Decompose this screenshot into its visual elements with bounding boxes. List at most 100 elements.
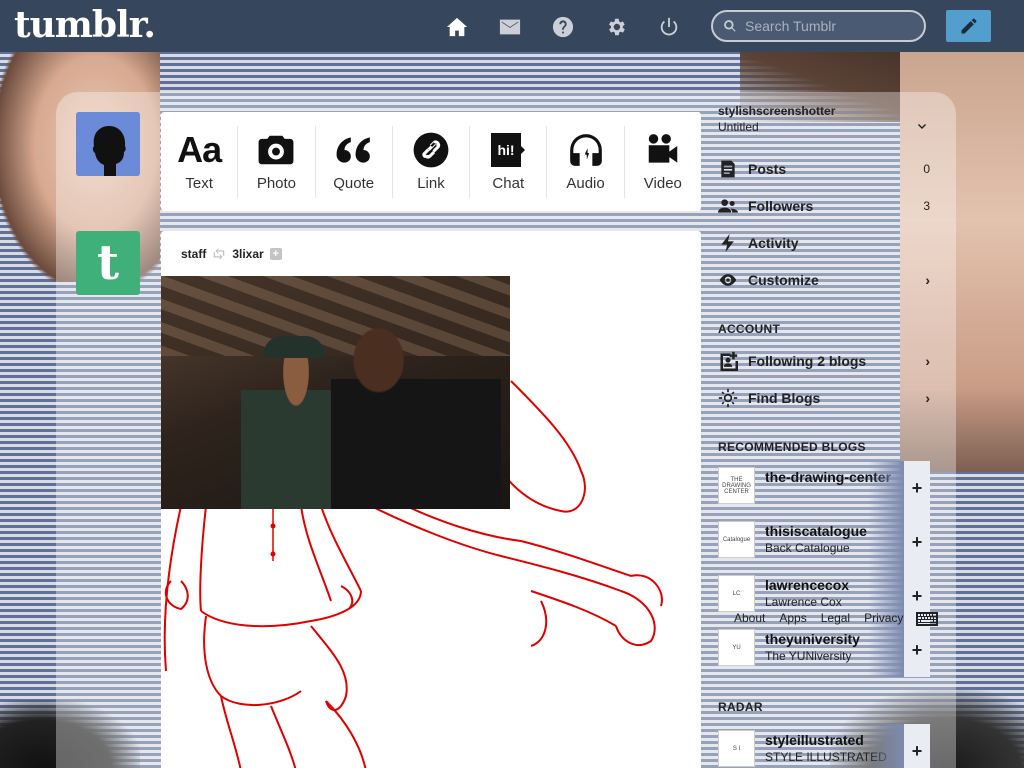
posts-count: 0 bbox=[923, 162, 930, 176]
post-quote-button[interactable]: Quote bbox=[316, 125, 393, 198]
follow-plus-button[interactable]: + bbox=[904, 461, 930, 515]
blog-thumbnail: Catalogue bbox=[718, 521, 755, 558]
blog-thumbnail: YU bbox=[718, 629, 755, 666]
photo-person-right bbox=[331, 326, 501, 509]
recommended-blog-title: The YUNiversity bbox=[765, 649, 852, 663]
right-sidebar: stylishscreenshotter Untitled Posts 0 Fo… bbox=[718, 104, 938, 768]
recommended-blog[interactable]: YU theyuniversity The YUNiversity + bbox=[718, 623, 930, 677]
recommended-blog-title: Back Catalogue bbox=[765, 541, 850, 555]
follow-plus-button[interactable]: + bbox=[904, 724, 930, 768]
account-heading: ACCOUNT bbox=[718, 322, 781, 336]
radar-blog[interactable]: S I styleillustrated STYLE ILLUSTRATED + bbox=[718, 724, 930, 768]
post-type-bar: Aa Text Photo Quote Link hi! Chat Audio … bbox=[161, 112, 701, 211]
followers-count: 3 bbox=[923, 199, 930, 213]
post-text-button[interactable]: Aa Text bbox=[161, 125, 239, 198]
top-navigation-bar: tumblr. bbox=[0, 0, 1024, 52]
chevron-down-icon[interactable] bbox=[916, 120, 926, 130]
help-icon[interactable] bbox=[546, 10, 579, 43]
footer-link-privacy[interactable]: Privacy bbox=[864, 611, 903, 625]
svg-text:hi!: hi! bbox=[498, 142, 515, 158]
post-type-label: Text bbox=[185, 175, 213, 192]
blog-thumbnail: S I bbox=[718, 730, 755, 767]
recommended-blog[interactable]: Catalogue thisiscatalogue Back Catalogue… bbox=[718, 515, 930, 569]
text-icon: Aa bbox=[177, 129, 222, 170]
mail-icon[interactable] bbox=[493, 10, 526, 43]
post-audio-button[interactable]: Audio bbox=[547, 125, 625, 198]
sidebar-item-label: Activity bbox=[748, 235, 799, 251]
recommended-blog[interactable]: THE DRAWING CENTER the-drawing-center + bbox=[718, 461, 930, 515]
blog-thumbnail: THE DRAWING CENTER bbox=[718, 467, 755, 504]
blog-switcher[interactable]: stylishscreenshotter Untitled bbox=[718, 104, 938, 134]
post-type-label: Chat bbox=[492, 175, 525, 192]
sidebar-item-posts[interactable]: Posts 0 bbox=[718, 154, 930, 184]
footer-link-legal[interactable]: Legal bbox=[821, 611, 850, 625]
posts-icon bbox=[721, 160, 735, 178]
footer-link-apps[interactable]: Apps bbox=[779, 611, 806, 625]
footer-links: About Apps Legal Privacy bbox=[734, 611, 912, 625]
post-type-label: Photo bbox=[256, 175, 297, 192]
follow-plus-button[interactable]: + bbox=[904, 623, 930, 677]
gear-icon[interactable] bbox=[599, 10, 632, 43]
follow-plus-icon[interactable]: + bbox=[269, 248, 282, 260]
video-camera-icon bbox=[648, 134, 678, 163]
post-type-label: Audio bbox=[566, 175, 605, 192]
compose-button[interactable] bbox=[946, 10, 991, 42]
post-header: staff 3lixar + bbox=[181, 247, 282, 261]
post-link-button[interactable]: Link bbox=[393, 125, 471, 198]
chevron-right-icon: › bbox=[925, 353, 930, 369]
staff-avatar[interactable]: t bbox=[76, 231, 140, 295]
blog-name: stylishscreenshotter bbox=[718, 104, 836, 118]
chat-icon: hi! bbox=[491, 133, 526, 167]
post-chat-button[interactable]: hi! Chat bbox=[470, 125, 548, 198]
sidebar-item-following[interactable]: Following 2 blogs › bbox=[718, 346, 930, 376]
sidebar-item-find-blogs[interactable]: Find Blogs › bbox=[718, 383, 930, 413]
sidebar-item-label: Find Blogs bbox=[748, 390, 821, 406]
footer-link-about[interactable]: About bbox=[734, 611, 765, 625]
fade-overlay bbox=[868, 515, 904, 569]
quote-icon bbox=[336, 137, 370, 163]
reblog-icon bbox=[214, 248, 225, 260]
post-author-link[interactable]: staff bbox=[181, 247, 206, 261]
headphones-icon bbox=[569, 134, 602, 166]
chevron-right-icon: › bbox=[925, 272, 930, 288]
home-icon[interactable] bbox=[440, 10, 473, 43]
tumblr-logo[interactable]: tumblr. bbox=[14, 4, 156, 46]
dashboard-post: staff 3lixar + bbox=[161, 231, 701, 768]
fade-overlay bbox=[868, 623, 904, 677]
post-type-label: Link bbox=[417, 175, 445, 192]
sidebar-item-customize[interactable]: Customize › bbox=[718, 265, 930, 295]
post-type-label: Video bbox=[643, 175, 682, 192]
sidebar-item-label: Followers bbox=[748, 198, 814, 214]
keyboard-icon[interactable] bbox=[916, 612, 938, 626]
recommended-blog-name: thisiscatalogue bbox=[765, 523, 867, 539]
tumblr-t-icon: t bbox=[96, 235, 120, 291]
search-icon bbox=[724, 20, 736, 32]
sidebar-item-label: Customize bbox=[748, 272, 819, 288]
followers-icon bbox=[718, 199, 738, 213]
pencil-icon bbox=[961, 18, 976, 34]
search-input[interactable] bbox=[745, 18, 915, 34]
blog-title: Untitled bbox=[718, 120, 759, 134]
user-avatar[interactable] bbox=[76, 112, 140, 176]
eye-icon bbox=[719, 274, 737, 286]
reblog-source-link[interactable]: 3lixar bbox=[232, 247, 263, 261]
power-icon[interactable] bbox=[652, 10, 685, 43]
recommended-blog-title: Lawrence Cox bbox=[765, 595, 842, 609]
radar-heading: RADAR bbox=[718, 700, 763, 714]
post-type-label: Quote bbox=[333, 175, 375, 192]
photo-cap bbox=[263, 336, 325, 358]
recommended-heading: RECOMMENDED BLOGS bbox=[718, 440, 866, 454]
fade-overlay bbox=[868, 724, 904, 768]
radar-blog-name: styleillustrated bbox=[765, 732, 864, 748]
sidebar-item-activity[interactable]: Activity bbox=[718, 228, 930, 258]
post-video-button[interactable]: Video bbox=[625, 126, 701, 198]
post-photo[interactable] bbox=[161, 276, 510, 509]
nav-icons bbox=[440, 10, 685, 43]
sidebar-item-label: Following 2 blogs bbox=[748, 353, 867, 369]
post-photo-button[interactable]: Photo bbox=[238, 125, 316, 198]
fade-overlay bbox=[868, 461, 904, 515]
sidebar-item-followers[interactable]: Followers 3 bbox=[718, 191, 930, 221]
recommended-blog-name: lawrencecox bbox=[765, 577, 850, 593]
sidebar-item-label: Posts bbox=[748, 161, 787, 177]
follow-plus-button[interactable]: + bbox=[904, 515, 930, 569]
